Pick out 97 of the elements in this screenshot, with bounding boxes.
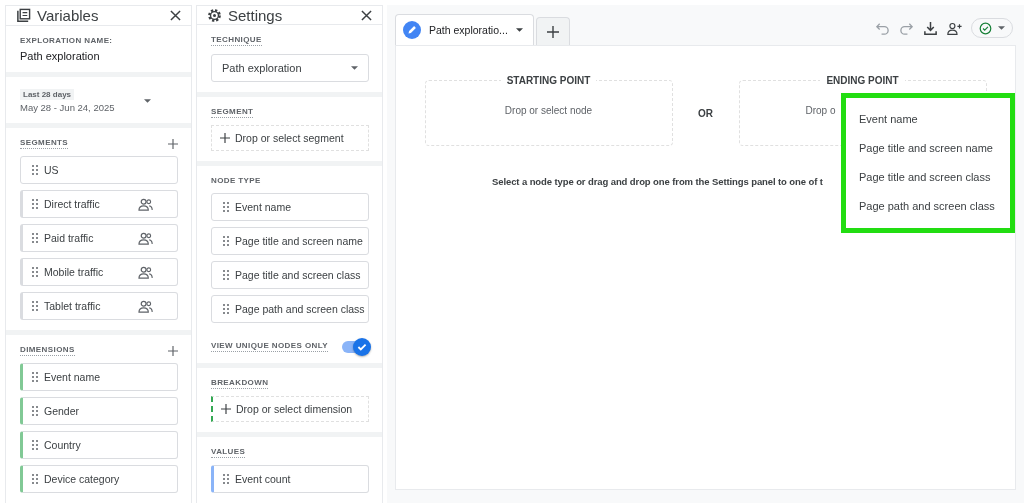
exploration-tab[interactable]: Path exploratio... bbox=[395, 14, 534, 45]
drag-handle-icon[interactable] bbox=[32, 372, 38, 382]
drag-handle-icon[interactable] bbox=[32, 267, 38, 277]
add-person-icon[interactable] bbox=[947, 20, 962, 36]
drag-handle-icon[interactable] bbox=[32, 165, 38, 175]
close-icon[interactable] bbox=[361, 9, 372, 21]
add-icon bbox=[546, 25, 559, 38]
node-type-name: Event name bbox=[235, 201, 293, 213]
section-label: EXPLORATION NAME: bbox=[20, 36, 113, 46]
variables-icon bbox=[16, 8, 31, 23]
drop-zone-title: STARTING POINT bbox=[500, 75, 597, 86]
menu-item[interactable]: Page path and screen class bbox=[846, 191, 1010, 220]
dimension-name: Country bbox=[44, 439, 82, 451]
node-type-item[interactable]: Page path and screen class bbox=[211, 295, 369, 323]
dimension-name: Gender bbox=[44, 405, 81, 417]
check-circle-icon bbox=[979, 21, 992, 35]
node-type-name: Page path and screen class bbox=[235, 303, 365, 315]
drag-handle-icon[interactable] bbox=[223, 474, 229, 484]
menu-item[interactable]: Page title and screen name bbox=[846, 133, 1010, 162]
add-tab-button[interactable] bbox=[535, 17, 570, 45]
people-icon bbox=[138, 299, 153, 313]
drag-handle-icon[interactable] bbox=[32, 199, 38, 209]
panel-title: Variables bbox=[37, 7, 100, 24]
check-icon bbox=[355, 341, 368, 353]
download-icon[interactable] bbox=[923, 20, 938, 36]
segment-name: Mobile traffic bbox=[44, 266, 105, 278]
drop-zone-text: Drop o bbox=[805, 105, 836, 116]
section-label: SEGMENT bbox=[211, 107, 254, 118]
dropdown-caret-icon[interactable] bbox=[144, 99, 151, 103]
settings-icon bbox=[207, 7, 222, 23]
drop-zone-title: ENDING POINT bbox=[820, 75, 905, 86]
people-icon bbox=[138, 265, 153, 279]
pencil-icon bbox=[403, 21, 421, 39]
value-item[interactable]: Event count bbox=[211, 465, 369, 493]
dimension-item[interactable]: Device category bbox=[20, 465, 178, 493]
drag-handle-icon[interactable] bbox=[223, 202, 229, 212]
segment-name: Direct traffic bbox=[44, 198, 101, 210]
dimension-drop-zone[interactable]: Drop or select dimension bbox=[211, 396, 369, 422]
dimension-item[interactable]: Event name bbox=[20, 363, 178, 391]
drop-zone-text: Drop or select segment bbox=[235, 132, 344, 144]
panel-title: Settings bbox=[228, 6, 284, 24]
dropdown-caret-icon[interactable] bbox=[351, 66, 358, 70]
node-type-item[interactable]: Page title and screen name bbox=[211, 227, 369, 255]
segment-item[interactable]: Mobile traffic bbox=[20, 258, 178, 286]
drag-handle-icon[interactable] bbox=[223, 270, 229, 280]
segment-name: Tablet traffic bbox=[44, 300, 102, 312]
drop-zone-text: Drop or select node bbox=[504, 105, 593, 116]
add-icon[interactable] bbox=[168, 138, 178, 149]
section-label: DIMENSIONS bbox=[20, 345, 75, 356]
dimension-name: Event name bbox=[44, 371, 102, 383]
node-type-item[interactable]: Page title and screen class bbox=[211, 261, 369, 289]
toggle-label: VIEW UNIQUE NODES ONLY bbox=[211, 341, 328, 352]
close-icon[interactable] bbox=[170, 10, 181, 21]
section-label: SEGMENTS bbox=[20, 138, 69, 149]
section-label: TECHNIQUE bbox=[211, 35, 262, 46]
drag-handle-icon[interactable] bbox=[32, 406, 38, 416]
value-name: Event count bbox=[235, 473, 292, 485]
dropdown-caret-icon[interactable] bbox=[515, 28, 523, 32]
dimension-name: Device category bbox=[44, 473, 121, 485]
date-range[interactable]: May 28 - Jun 24, 2025 bbox=[20, 102, 115, 113]
section-label: BREAKDOWN bbox=[211, 378, 269, 389]
drag-handle-icon[interactable] bbox=[32, 440, 38, 450]
drag-handle-icon[interactable] bbox=[32, 233, 38, 243]
segment-item[interactable]: Paid traffic bbox=[20, 224, 178, 252]
segment-item[interactable]: Direct traffic bbox=[20, 190, 178, 218]
people-icon bbox=[138, 197, 153, 211]
drag-handle-icon[interactable] bbox=[32, 301, 38, 311]
segment-drop-zone[interactable]: Drop or select segment bbox=[211, 125, 369, 151]
menu-item[interactable]: Page title and screen class bbox=[846, 162, 1010, 191]
unique-nodes-toggle[interactable] bbox=[341, 341, 368, 353]
node-type-name: Page title and screen name bbox=[235, 235, 363, 247]
people-icon bbox=[138, 231, 153, 245]
section-label: VALUES bbox=[211, 447, 246, 458]
section-label: NODE TYPE bbox=[211, 176, 261, 186]
segment-item[interactable]: US bbox=[20, 156, 178, 184]
node-type-name: Page title and screen class bbox=[235, 269, 362, 281]
dropdown-caret-icon bbox=[998, 26, 1005, 30]
add-icon[interactable] bbox=[168, 345, 178, 356]
drag-handle-icon[interactable] bbox=[223, 236, 229, 246]
technique-dropdown[interactable]: Path exploration bbox=[211, 54, 369, 82]
drag-handle-icon[interactable] bbox=[32, 474, 38, 484]
drop-zone-text: Drop or select dimension bbox=[236, 403, 353, 415]
add-icon bbox=[220, 133, 230, 143]
dimension-item[interactable]: Country bbox=[20, 431, 178, 459]
instruction-text: Select a node type or drag and drop one from the Settings panel to one of t bbox=[492, 176, 823, 187]
drag-handle-icon[interactable] bbox=[223, 304, 229, 314]
node-type-item[interactable]: Event name bbox=[211, 193, 369, 221]
segment-name: Paid traffic bbox=[44, 232, 95, 244]
segment-name: US bbox=[44, 164, 60, 176]
exploration-name[interactable]: Path exploration bbox=[20, 50, 178, 62]
add-icon bbox=[221, 404, 231, 414]
segment-item[interactable]: Tablet traffic bbox=[20, 292, 178, 320]
or-label: OR bbox=[698, 107, 713, 119]
date-chip: Last 28 days bbox=[20, 89, 75, 100]
status-button[interactable] bbox=[971, 18, 1013, 38]
dimension-item[interactable]: Gender bbox=[20, 397, 178, 425]
menu-item[interactable]: Event name bbox=[846, 104, 1010, 133]
